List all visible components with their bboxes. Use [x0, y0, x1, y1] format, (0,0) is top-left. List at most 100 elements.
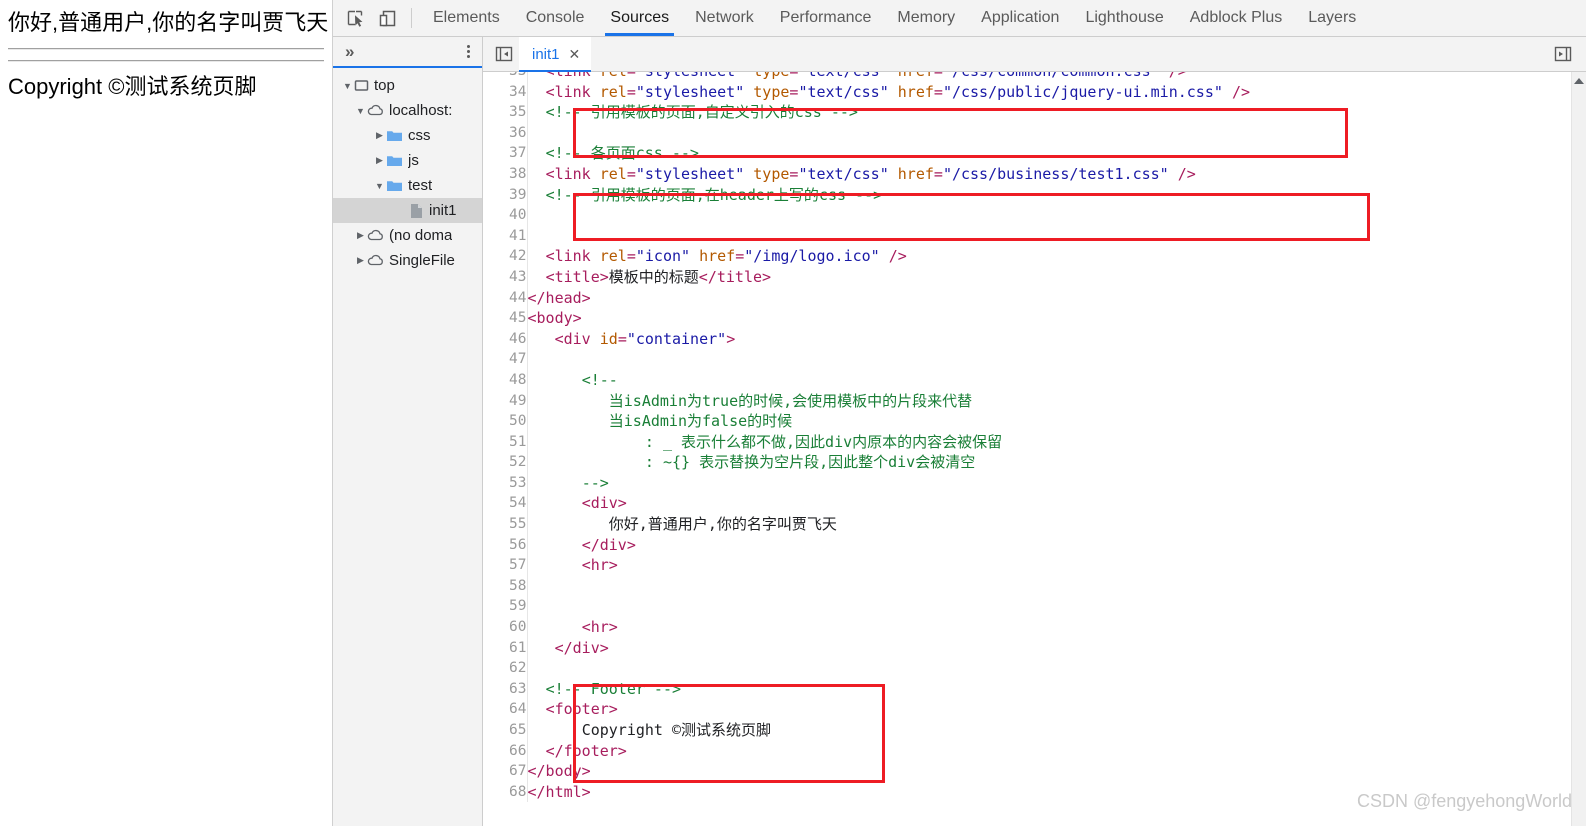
line-source[interactable] — [527, 658, 1571, 679]
tab-network[interactable]: Network — [682, 0, 767, 36]
line-source[interactable]: </div> — [527, 535, 1571, 556]
line-source[interactable]: <!-- 引用模板的页面,在header上写的css --> — [527, 185, 1571, 206]
twisty-closed-icon[interactable]: ▶ — [373, 155, 386, 166]
line-source[interactable]: </body> — [527, 761, 1571, 782]
line-number[interactable]: 67 — [483, 761, 528, 782]
tree-item-singlefile[interactable]: ▶ SingleFile — [333, 248, 482, 273]
tree-item-no-domain[interactable]: ▶ (no doma — [333, 223, 482, 248]
line-source[interactable]: : ~{} 表示替换为空片段,因此整个div会被清空 — [527, 452, 1571, 473]
line-source[interactable]: </div> — [527, 638, 1571, 659]
line-number[interactable]: 53 — [483, 472, 528, 494]
line-number[interactable]: 33 — [483, 72, 528, 82]
line-number[interactable]: 35 — [483, 102, 528, 123]
line-source[interactable]: <hr> — [527, 617, 1571, 638]
line-source[interactable]: <link rel="stylesheet" type="text/css" h… — [527, 164, 1571, 185]
line-number[interactable]: 51 — [483, 431, 528, 453]
show-navigator-icon[interactable] — [489, 37, 519, 71]
line-source[interactable]: <!-- 引用模板的页面,自定义引入的css --> — [527, 102, 1571, 123]
line-number[interactable]: 61 — [483, 637, 528, 659]
tree-item-top[interactable]: ▼ top — [333, 73, 482, 98]
line-source[interactable]: <div> — [527, 493, 1571, 514]
line-source[interactable]: 你好,普通用户,你的名字叫贾飞天 — [527, 514, 1571, 535]
twisty-open-icon[interactable]: ▼ — [373, 181, 386, 191]
line-source[interactable]: <link rel="stylesheet" type="text/css" h… — [527, 82, 1571, 103]
line-number[interactable]: 39 — [483, 184, 528, 206]
tab-layers[interactable]: Layers — [1295, 0, 1369, 36]
tab-sources[interactable]: Sources — [597, 0, 682, 36]
close-icon[interactable]: ✕ — [569, 46, 581, 63]
line-number[interactable]: 60 — [483, 617, 528, 638]
line-source[interactable]: <div id="container"> — [527, 329, 1571, 350]
tree-item-js[interactable]: ▶ js — [333, 148, 482, 173]
code-text-area[interactable]: 33 <link rel="stylesheet" type="text/css… — [483, 72, 1571, 826]
line-source[interactable]: <link rel="stylesheet" type="text/css" h… — [527, 72, 1571, 82]
tab-console[interactable]: Console — [513, 0, 598, 36]
line-number[interactable]: 55 — [483, 514, 528, 535]
tree-item-css[interactable]: ▶ css — [333, 123, 482, 148]
line-number[interactable]: 34 — [483, 81, 528, 103]
line-source[interactable]: <!-- Footer --> — [527, 679, 1571, 700]
line-number[interactable]: 45 — [483, 308, 528, 329]
line-source[interactable]: Copyright ©测试系统页脚 — [527, 720, 1571, 741]
line-number[interactable]: 62 — [483, 658, 528, 679]
line-source[interactable]: --> — [527, 473, 1571, 494]
line-number[interactable]: 63 — [483, 678, 528, 700]
line-number[interactable]: 58 — [483, 575, 528, 597]
line-source[interactable]: </footer> — [527, 741, 1571, 762]
line-number[interactable]: 56 — [483, 534, 528, 556]
line-source[interactable]: <footer> — [527, 699, 1571, 720]
line-source[interactable] — [527, 123, 1571, 144]
line-source[interactable]: 当isAdmin为false的时候 — [527, 411, 1571, 432]
twisty-closed-icon[interactable]: ▶ — [354, 230, 367, 241]
twisty-open-icon[interactable]: ▼ — [341, 81, 354, 91]
show-debugger-icon[interactable] — [1548, 46, 1578, 62]
line-number[interactable]: 48 — [483, 369, 528, 391]
vertical-scrollbar[interactable] — [1571, 72, 1586, 826]
more-tabs-icon[interactable]: » — [345, 43, 354, 60]
line-number[interactable]: 64 — [483, 699, 528, 720]
line-source[interactable]: <link rel="icon" href="/img/logo.ico" /> — [527, 246, 1571, 267]
code-viewer[interactable]: 33 <link rel="stylesheet" type="text/css… — [483, 72, 1586, 826]
line-source[interactable]: <!-- — [527, 370, 1571, 391]
navigator-more-options-icon[interactable] — [465, 43, 472, 60]
tab-memory[interactable]: Memory — [884, 0, 968, 36]
line-number[interactable]: 57 — [483, 555, 528, 576]
line-number[interactable]: 44 — [483, 287, 528, 309]
line-source[interactable] — [527, 349, 1571, 370]
tree-item-init1[interactable]: ▶ init1 — [333, 198, 482, 223]
line-number[interactable]: 38 — [483, 163, 528, 185]
line-source[interactable]: <title>模板中的标题</title> — [527, 267, 1571, 288]
inspect-element-icon[interactable] — [339, 0, 371, 36]
tab-lighthouse[interactable]: Lighthouse — [1072, 0, 1176, 36]
line-number[interactable]: 49 — [483, 390, 528, 412]
line-source[interactable]: : _ 表示什么都不做,因此div内原本的内容会被保留 — [527, 432, 1571, 453]
line-source[interactable]: <!-- 各页面css --> — [527, 143, 1571, 164]
line-number[interactable]: 50 — [483, 411, 528, 432]
tab-elements[interactable]: Elements — [420, 0, 513, 36]
line-source[interactable]: 当isAdmin为true的时候,会使用模板中的片段来代替 — [527, 391, 1571, 412]
twisty-closed-icon[interactable]: ▶ — [354, 255, 367, 266]
twisty-open-icon[interactable]: ▼ — [354, 106, 367, 116]
editor-file-tab-init1[interactable]: init1 ✕ — [519, 37, 592, 72]
line-number[interactable]: 43 — [483, 266, 528, 288]
line-number[interactable]: 65 — [483, 720, 528, 741]
tree-item-localhost[interactable]: ▼ localhost: — [333, 98, 482, 123]
line-number[interactable]: 68 — [483, 781, 528, 803]
line-source[interactable] — [527, 226, 1571, 247]
line-source[interactable] — [527, 205, 1571, 226]
line-source[interactable]: <body> — [527, 308, 1571, 329]
line-number[interactable]: 46 — [483, 328, 528, 350]
line-number[interactable]: 42 — [483, 246, 528, 267]
twisty-closed-icon[interactable]: ▶ — [373, 130, 386, 141]
line-number[interactable]: 37 — [483, 143, 528, 164]
line-source[interactable] — [527, 596, 1571, 617]
tab-application[interactable]: Application — [968, 0, 1072, 36]
tab-adblock-plus[interactable]: Adblock Plus — [1177, 0, 1296, 36]
line-number[interactable]: 54 — [483, 493, 528, 515]
line-number[interactable]: 66 — [483, 740, 528, 762]
line-source[interactable]: </head> — [527, 288, 1571, 309]
line-source[interactable] — [527, 576, 1571, 597]
line-source[interactable]: <hr> — [527, 555, 1571, 576]
line-number[interactable]: 40 — [483, 205, 528, 226]
line-number[interactable]: 41 — [483, 225, 528, 247]
